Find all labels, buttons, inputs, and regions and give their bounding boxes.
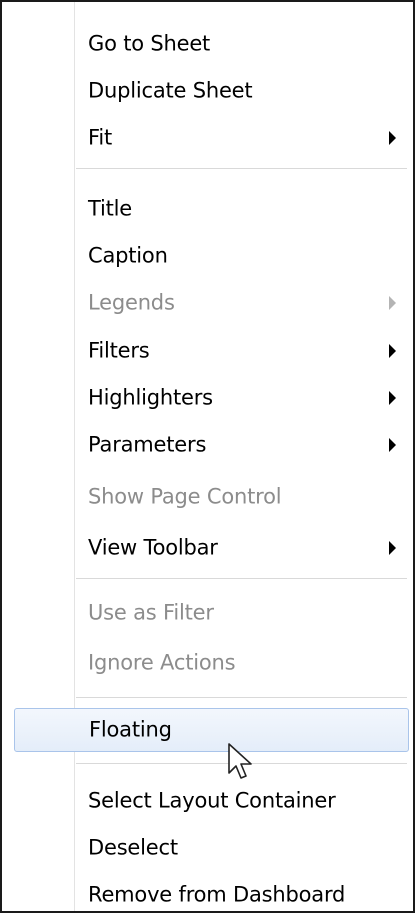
menu-item-parameters[interactable]: Parameters bbox=[14, 423, 409, 467]
submenu-arrow-icon bbox=[389, 438, 396, 452]
menu-item-label: Legends bbox=[88, 290, 175, 315]
menu-item-label: Show Page Control bbox=[88, 484, 282, 509]
menu-item-label: Select Layout Container bbox=[88, 788, 336, 813]
menu-item-label: Title bbox=[88, 196, 133, 221]
menu-item-go-to-sheet[interactable]: Go to Sheet bbox=[14, 22, 409, 66]
submenu-arrow-icon bbox=[389, 541, 396, 555]
menu-separator bbox=[76, 578, 407, 579]
menu-item-label: Deselect bbox=[88, 835, 178, 860]
submenu-arrow-icon bbox=[389, 296, 396, 310]
menu-item-floating[interactable]: Floating bbox=[14, 708, 409, 752]
menu-item-filters[interactable]: Filters bbox=[14, 329, 409, 373]
menu-item-label: Ignore Actions bbox=[88, 650, 236, 675]
submenu-arrow-icon bbox=[389, 344, 396, 358]
menu-item-deselect[interactable]: Deselect bbox=[14, 826, 409, 870]
menu-item-ignore-actions: Ignore Actions bbox=[14, 641, 409, 685]
menu-item-title[interactable]: Title bbox=[14, 187, 409, 231]
menu-item-label: Highlighters bbox=[88, 385, 213, 410]
mouse-pointer-icon bbox=[228, 743, 252, 779]
menu-item-duplicate-sheet[interactable]: Duplicate Sheet bbox=[14, 69, 409, 113]
menu-item-legends: Legends bbox=[14, 281, 409, 325]
menu-item-use-as-filter: Use as Filter bbox=[14, 591, 409, 635]
menu-item-label: Fit bbox=[88, 125, 113, 150]
menu-item-caption[interactable]: Caption bbox=[14, 234, 409, 278]
menu-item-label: Caption bbox=[88, 243, 168, 268]
menu-item-label: Go to Sheet bbox=[88, 31, 211, 56]
menu-item-label: Use as Filter bbox=[88, 600, 214, 625]
menu-item-label: View Toolbar bbox=[88, 535, 218, 560]
menu-item-highlighters[interactable]: Highlighters bbox=[14, 376, 409, 420]
context-menu: Go to Sheet Duplicate Sheet Fit Title Ca… bbox=[0, 0, 415, 913]
menu-item-view-toolbar[interactable]: View Toolbar bbox=[14, 526, 409, 570]
menu-item-select-layout-container[interactable]: Select Layout Container bbox=[14, 779, 409, 823]
menu-item-remove-from-dashboard[interactable]: Remove from Dashboard bbox=[14, 873, 409, 917]
menu-item-label: Filters bbox=[88, 338, 150, 363]
menu-separator bbox=[76, 168, 407, 169]
menu-item-label: Remove from Dashboard bbox=[88, 882, 346, 907]
menu-separator bbox=[76, 697, 407, 698]
submenu-arrow-icon bbox=[389, 131, 396, 145]
menu-item-label: Duplicate Sheet bbox=[88, 78, 253, 103]
menu-item-label: Parameters bbox=[88, 432, 207, 457]
menu-item-label: Floating bbox=[89, 717, 172, 742]
menu-item-fit[interactable]: Fit bbox=[14, 116, 409, 160]
menu-item-show-page-control: Show Page Control bbox=[14, 475, 409, 519]
submenu-arrow-icon bbox=[389, 391, 396, 405]
